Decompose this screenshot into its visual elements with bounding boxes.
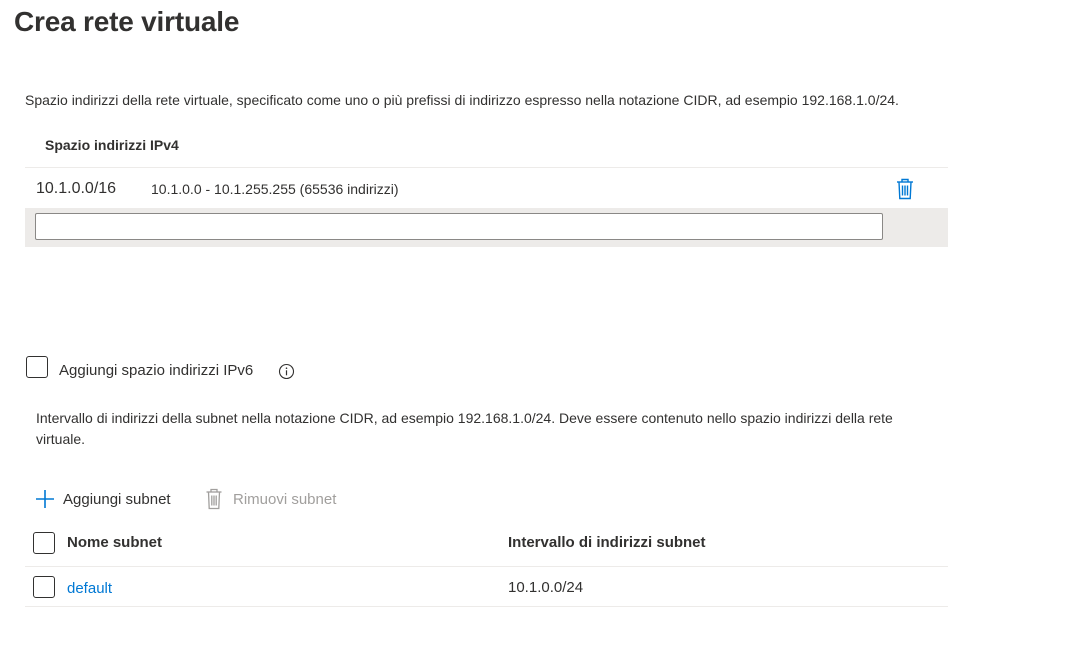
new-address-row: [25, 208, 948, 247]
page-title: Crea rete virtuale: [14, 6, 240, 37]
new-address-input[interactable]: [35, 213, 883, 240]
remove-subnet-button[interactable]: Rimuovi subnet: [205, 487, 336, 511]
trash-icon: [897, 178, 913, 200]
divider: [25, 167, 948, 168]
column-header-subnet-range: Intervallo di indirizzi subnet: [508, 534, 706, 551]
divider: [25, 606, 948, 607]
select-all-subnets-checkbox[interactable]: [33, 532, 55, 554]
address-space-row: 10.1.0.0/16 10.1.0.0 - 10.1.255.255 (655…: [25, 170, 948, 208]
address-range: 10.1.0.0 - 10.1.255.255 (65536 indirizzi…: [151, 181, 399, 197]
address-cidr: 10.1.0.0/16: [36, 180, 117, 197]
delete-address-button[interactable]: [895, 178, 915, 200]
remove-subnet-label: Rimuovi subnet: [233, 490, 337, 508]
add-subnet-button[interactable]: Aggiungi subnet: [35, 487, 171, 511]
trash-icon: [206, 488, 222, 510]
add-subnet-label: Aggiungi subnet: [63, 490, 171, 508]
subnet-row-checkbox[interactable]: [33, 576, 55, 598]
info-icon[interactable]: [278, 363, 295, 380]
ipv6-label: Aggiungi spazio indirizzi IPv6: [59, 362, 254, 379]
ipv6-checkbox[interactable]: [26, 356, 48, 378]
plus-icon: [36, 490, 54, 508]
address-space-description: Spazio indirizzi della rete virtuale, sp…: [25, 92, 899, 108]
subnet-name-link[interactable]: default: [67, 580, 112, 597]
divider: [25, 566, 948, 567]
column-header-subnet-name: Nome subnet: [67, 534, 163, 551]
subnet-range: 10.1.0.0/24: [508, 579, 584, 596]
ipv4-column-header: Spazio indirizzi IPv4: [45, 137, 179, 153]
subnet-description: Intervallo di indirizzi della subnet nel…: [36, 410, 893, 447]
